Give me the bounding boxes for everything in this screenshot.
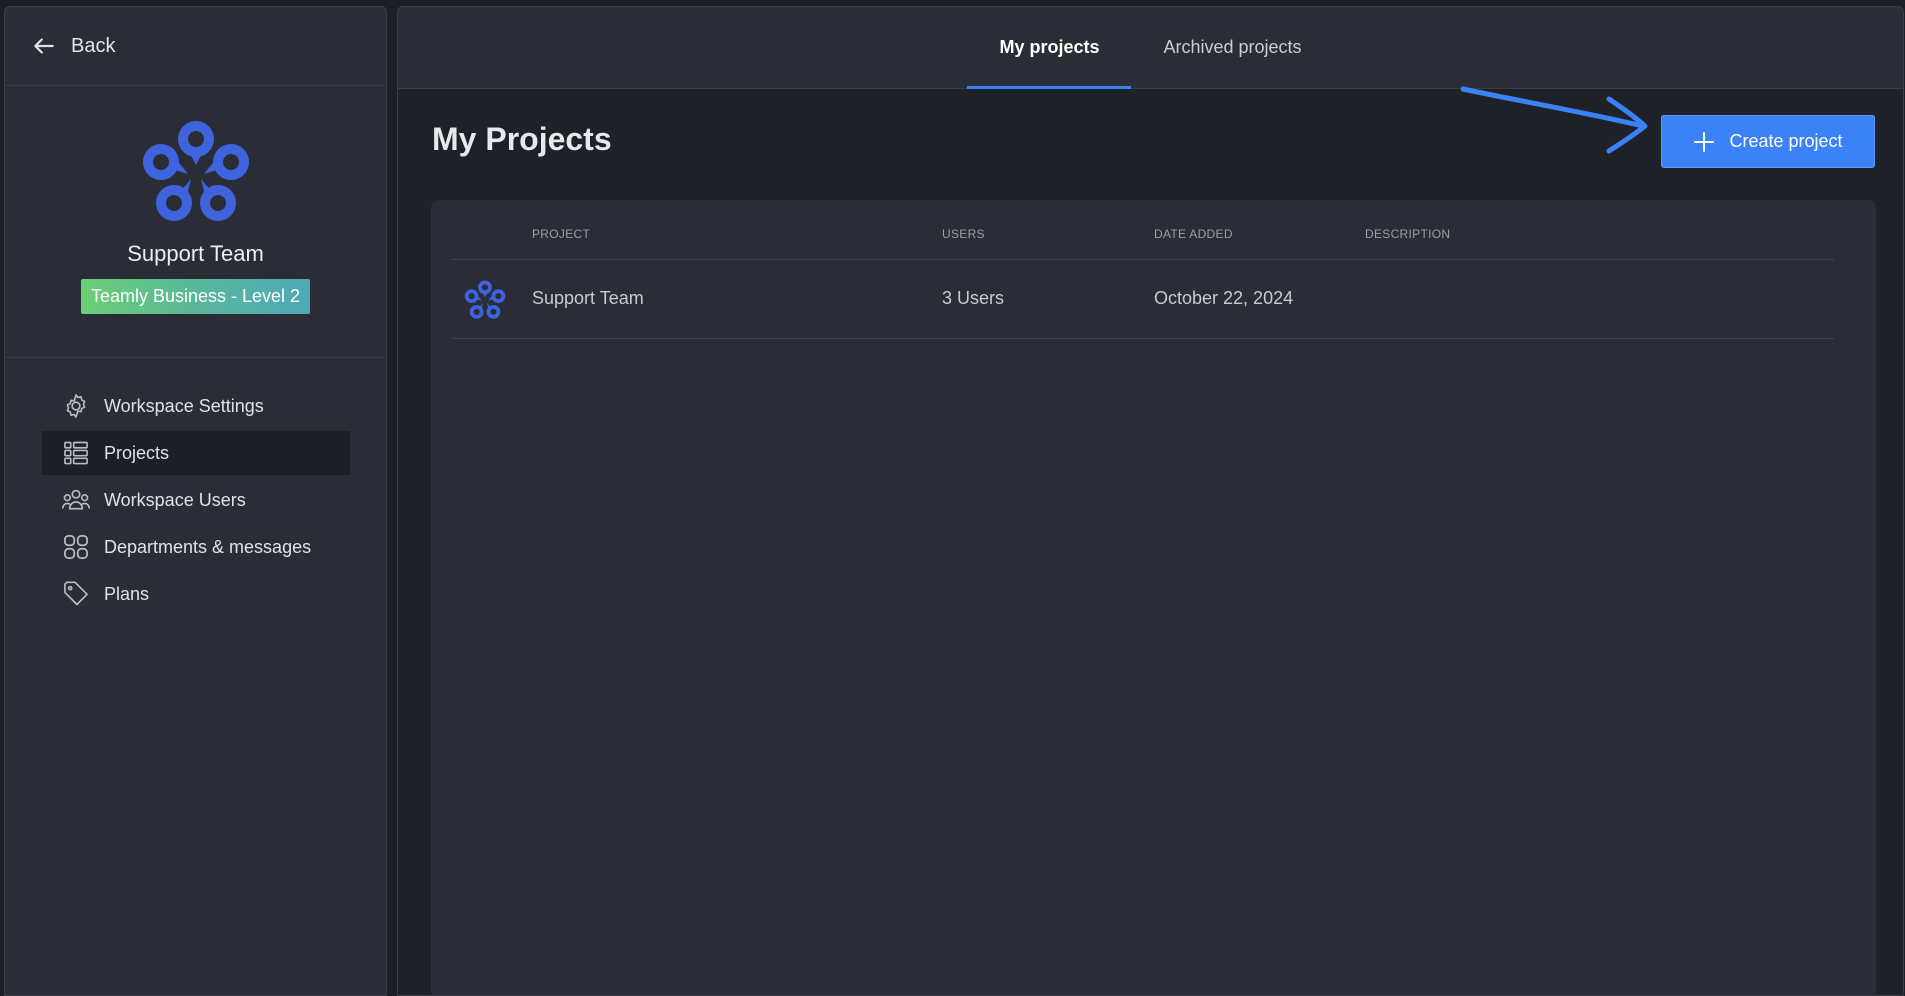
sidebar: Back Support Team Teamly Business - Leve…: [4, 6, 387, 996]
sidebar-item-plans[interactable]: Plans: [42, 572, 350, 616]
users-icon: [61, 485, 91, 515]
main-panel: My projects Archived projects My Project…: [397, 6, 1904, 996]
plus-icon: [1694, 131, 1715, 152]
workspace-logo-icon: [142, 121, 249, 221]
gear-icon: [61, 391, 91, 421]
sidebar-item-projects[interactable]: Projects: [42, 431, 350, 475]
column-header-users: USERS: [942, 227, 985, 241]
sidebar-item-label: Projects: [104, 442, 170, 463]
grid-icon: [61, 532, 91, 562]
create-project-label: Create project: [1729, 131, 1843, 151]
arrow-left-icon: [34, 38, 54, 54]
table-header: PROJECT USERS DATE ADDED DESCRIPTION: [452, 200, 1834, 260]
table-row[interactable]: Support Team 3 Users October 22, 2024: [452, 260, 1834, 339]
sidebar-item-label: Plans: [104, 583, 150, 604]
back-label: Back: [71, 34, 116, 57]
plan-badge: Teamly Business - Level 2: [80, 279, 311, 314]
cell-date-added: October 22, 2024: [1154, 288, 1294, 308]
tab-bar: My projects Archived projects: [398, 7, 1903, 89]
cell-project: Support Team: [532, 288, 644, 308]
sidebar-item-workspace-settings[interactable]: Workspace Settings: [42, 384, 350, 428]
tab-my-projects[interactable]: My projects: [967, 7, 1132, 89]
sidebar-nav: Workspace Settings Projects Workspace Us…: [5, 384, 386, 616]
workspace-name: Support Team: [127, 241, 264, 266]
projects-list-icon: [61, 438, 91, 468]
create-project-button[interactable]: Create project: [1661, 115, 1875, 168]
cell-users: 3 Users: [942, 288, 1005, 308]
column-header-project: PROJECT: [532, 227, 591, 241]
project-logo-icon: [464, 280, 506, 319]
tag-icon: [61, 579, 91, 609]
workspace-header: Support Team Teamly Business - Level 2: [5, 86, 386, 358]
sidebar-item-workspace-users[interactable]: Workspace Users: [42, 478, 350, 522]
projects-table: PROJECT USERS DATE ADDED DESCRIPTION Sup…: [431, 200, 1876, 995]
sidebar-item-label: Workspace Users: [104, 489, 246, 510]
back-button[interactable]: Back: [5, 7, 386, 86]
sidebar-item-label: Departments & messages: [104, 536, 312, 557]
column-header-date-added: DATE ADDED: [1154, 227, 1233, 241]
sidebar-item-label: Workspace Settings: [104, 395, 264, 416]
column-header-description: DESCRIPTION: [1365, 227, 1451, 241]
sidebar-item-departments[interactable]: Departments & messages: [42, 525, 350, 569]
page-title: My Projects: [432, 121, 612, 157]
tab-archived-projects[interactable]: Archived projects: [1131, 7, 1333, 88]
annotation-arrow: [1460, 86, 1648, 154]
